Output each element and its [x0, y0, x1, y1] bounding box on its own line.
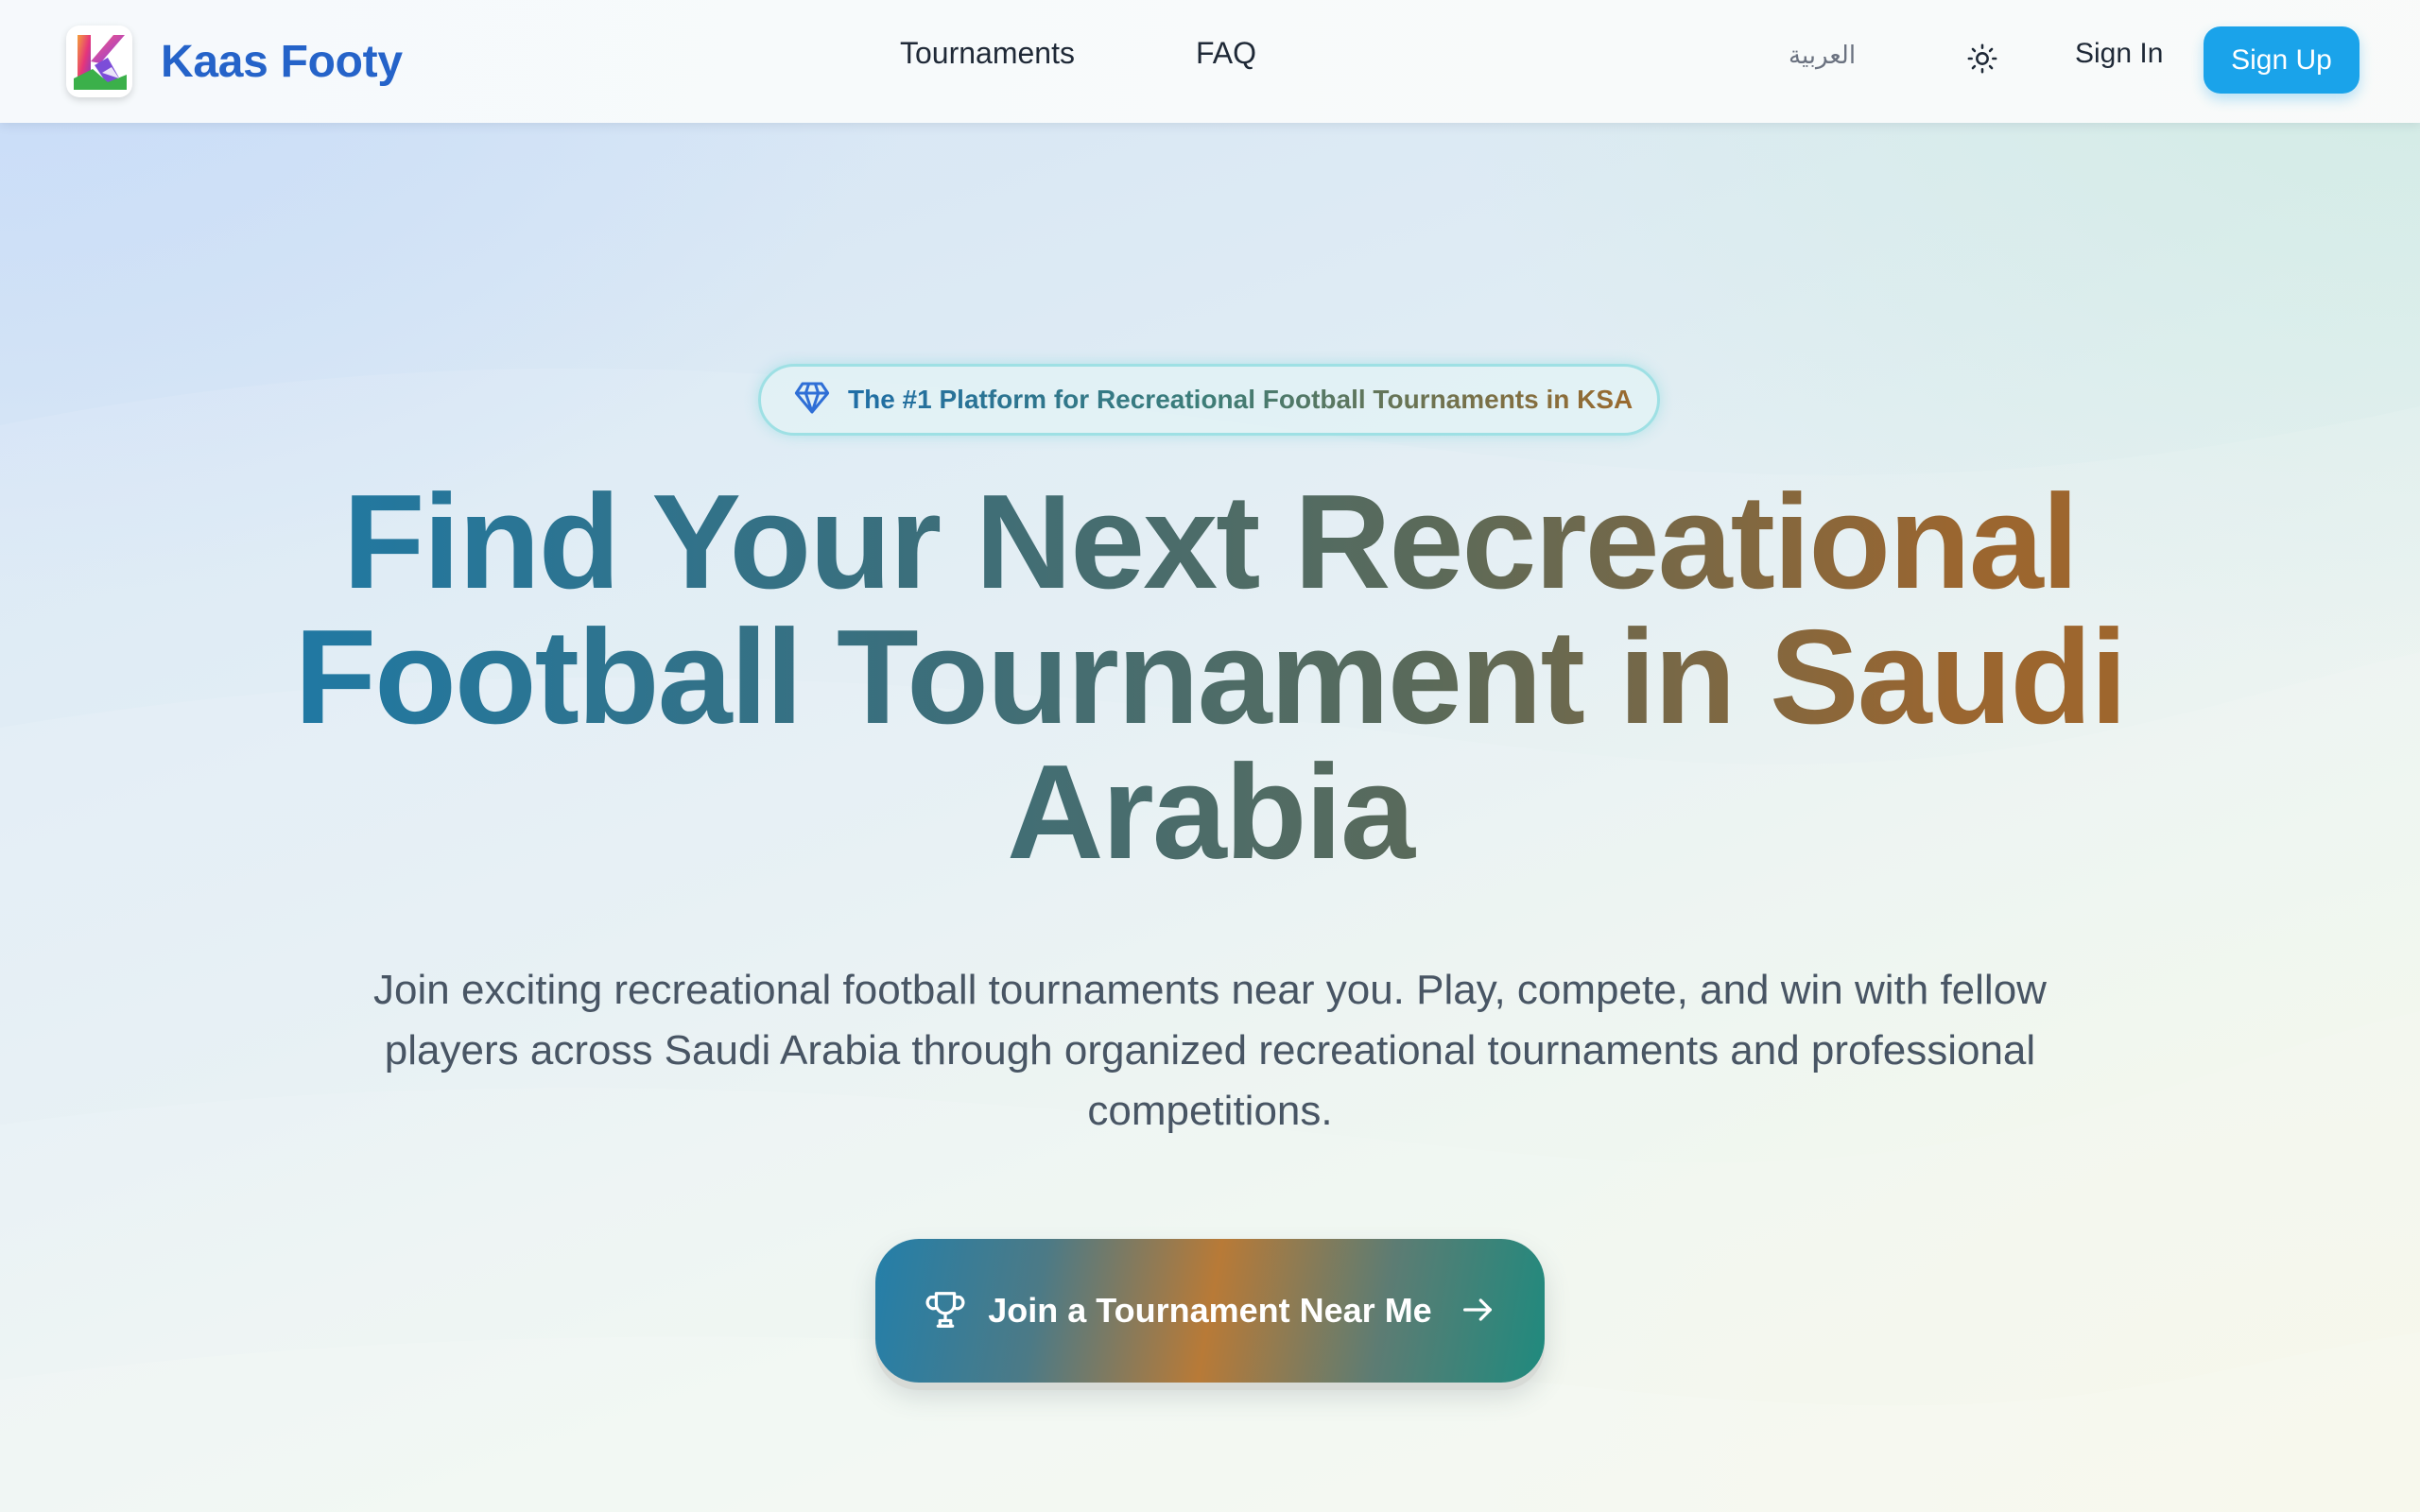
brand-name: Kaas Footy — [161, 36, 403, 87]
diamond-icon — [793, 379, 831, 421]
hero-headline-line-2: Football Tournament in Saudi — [151, 610, 2269, 745]
top-navbar: Kaas Footy Tournaments FAQ العربية Sign … — [0, 0, 2420, 123]
hero-headline-line-1: Find Your Next Recreational — [151, 474, 2269, 610]
hero-badge: The #1 Platform for Recreational Footbal… — [758, 364, 1660, 436]
hero-headline-line-3: Arabia — [151, 745, 2269, 880]
join-tournament-button[interactable]: Join a Tournament Near Me — [875, 1239, 1545, 1383]
sun-icon[interactable] — [1966, 43, 1998, 75]
sign-in-link[interactable]: Sign In — [2075, 38, 2163, 70]
k-logo-icon — [66, 26, 132, 97]
language-switcher[interactable]: العربية — [1789, 42, 1856, 70]
join-tournament-label: Join a Tournament Near Me — [988, 1291, 1432, 1330]
sign-up-button[interactable]: Sign Up — [2204, 26, 2360, 94]
brand-home-link[interactable]: Kaas Footy — [66, 25, 403, 98]
hero-headline: Find Your Next Recreational Football Tou… — [151, 474, 2269, 880]
trophy-icon — [924, 1288, 967, 1334]
arrow-right-icon — [1459, 1291, 1496, 1332]
nav-link-tournaments[interactable]: Tournaments — [900, 36, 1075, 71]
nav-link-faq[interactable]: FAQ — [1196, 36, 1256, 71]
hero-subheadline: Join exciting recreational football tour… — [373, 967, 2047, 1134]
hero-badge-text: The #1 Platform for Recreational Footbal… — [848, 385, 1634, 414]
